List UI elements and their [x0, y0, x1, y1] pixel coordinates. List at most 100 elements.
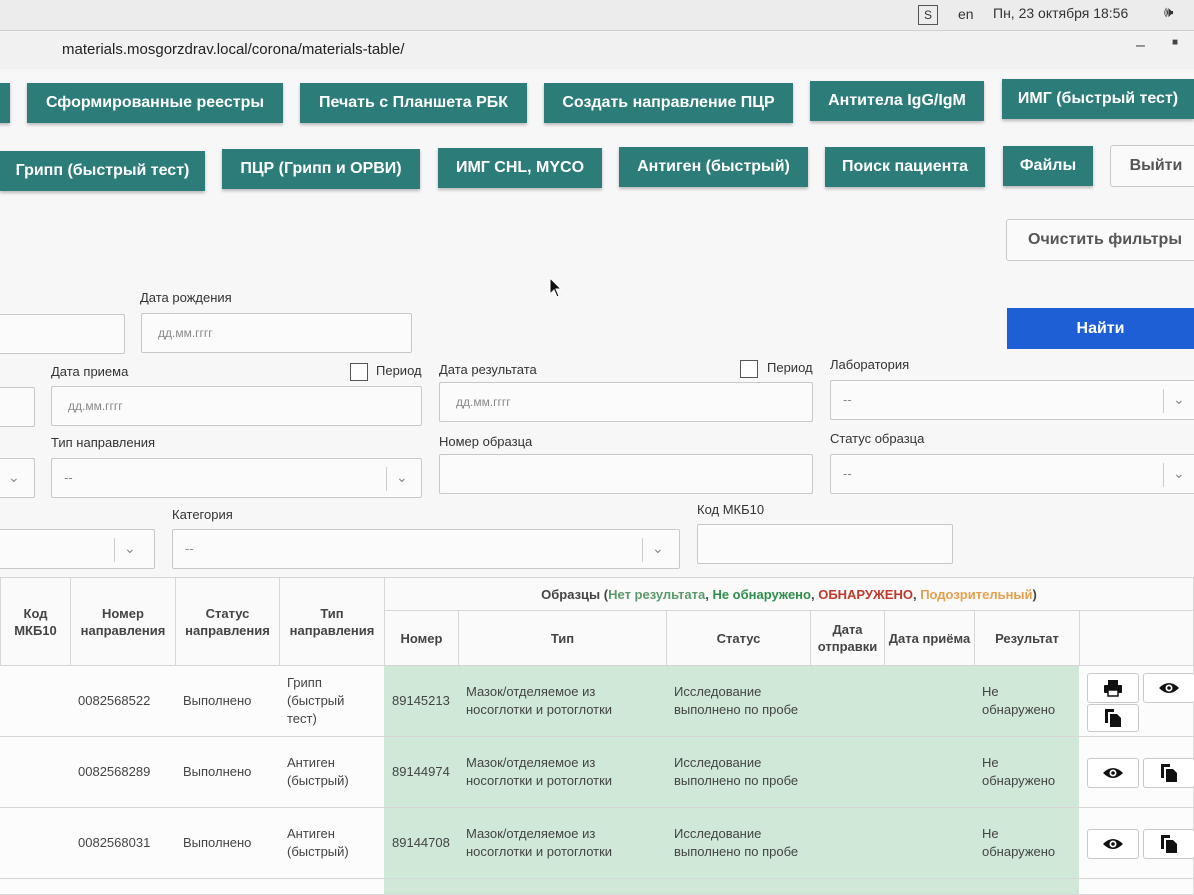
- nav-button-antigen[interactable]: Антиген (быстрый): [619, 147, 808, 187]
- nav-button-print-rbk[interactable]: Печать с Планшета РБК: [300, 83, 527, 123]
- volume-icon[interactable]: 🕪: [1164, 4, 1173, 21]
- result-date-input[interactable]: дд.мм.гггг: [439, 382, 813, 422]
- table-row[interactable]: 0082568522 Выполнено Грипп (быстрый тест…: [0, 666, 1194, 737]
- header-sample-type: Тип: [458, 610, 667, 666]
- header-sample-status: Статус: [666, 610, 811, 666]
- nav-button-img-chl[interactable]: ИМГ CHL, MYCO: [438, 148, 602, 188]
- chevron-down-icon: ⌄: [1173, 465, 1185, 481]
- copy-icon: [1105, 709, 1121, 727]
- cell-sent-date: [810, 808, 885, 879]
- copy-icon: [1161, 835, 1177, 853]
- legend-suspicious: Подозрительный: [920, 586, 1033, 602]
- view-button[interactable]: [1087, 758, 1139, 788]
- filter-cut-select[interactable]: ⌄: [0, 458, 35, 498]
- category-label: Категория: [172, 507, 233, 522]
- legend-no-result: Нет результата: [608, 586, 706, 602]
- cell-direction-status: Выполнено: [175, 808, 280, 879]
- result-date-label: Дата результата: [439, 362, 537, 377]
- header-direction-status: Статус направления: [175, 577, 280, 666]
- chevron-down-icon: ⌄: [652, 540, 664, 556]
- chevron-down-icon: ⌄: [396, 469, 408, 485]
- eye-icon: [1103, 839, 1123, 849]
- cell-sent-date: [810, 666, 885, 737]
- laboratory-select[interactable]: -- ⌄: [830, 380, 1194, 420]
- select-separator: [386, 467, 387, 491]
- category-select[interactable]: -- ⌄: [172, 529, 680, 569]
- nav-button-antibodies[interactable]: Антитела IgG/IgM: [810, 81, 984, 121]
- birth-date-input[interactable]: дд.мм.гггг: [141, 313, 412, 353]
- filter-cut-input[interactable]: [0, 314, 125, 354]
- print-icon: [1104, 680, 1122, 697]
- system-bar: S en Пн, 23 октября 18:56 🕪: [0, 0, 1194, 31]
- nav-button-flu-rapid[interactable]: Грипп (быстрый тест): [0, 151, 205, 191]
- keyboard-layout[interactable]: en: [958, 6, 974, 22]
- copy-button[interactable]: [1143, 758, 1194, 788]
- cell-sample-type: Мазок/отделяемое из носоглотки и ротогло…: [458, 666, 667, 737]
- mkb10-input[interactable]: [697, 524, 953, 564]
- receipt-date-label: Дата приема: [51, 364, 129, 379]
- find-button[interactable]: Найти: [1007, 308, 1194, 349]
- legend-close: ): [1032, 586, 1037, 602]
- clock[interactable]: Пн, 23 октября 18:56: [993, 5, 1128, 21]
- legend-not-found: Не обнаружено: [712, 586, 811, 602]
- header-sample-number: Номер: [384, 610, 459, 666]
- cell-actions: [1079, 737, 1194, 808]
- maximize-button[interactable]: ■: [1172, 37, 1178, 48]
- filter-cut-select-2[interactable]: ⌄: [0, 529, 155, 569]
- laboratory-label: Лаборатория: [830, 357, 910, 372]
- filter-cut-input-2[interactable]: [0, 387, 35, 427]
- receipt-date-input[interactable]: дд.мм.гггг: [51, 386, 422, 426]
- cell-sent-date: [810, 737, 885, 808]
- result-period-label: Период: [767, 360, 813, 375]
- view-button[interactable]: [1087, 829, 1139, 859]
- cell-mkb: [0, 737, 71, 808]
- table-row[interactable]: 0082568031 Выполнено Антиген (быстрый) 8…: [0, 808, 1194, 879]
- header-direction-type: Тип направления: [279, 577, 385, 666]
- result-period-checkbox[interactable]: [740, 360, 758, 378]
- cell-mkb: [0, 808, 71, 879]
- s-indicator-icon[interactable]: S: [918, 5, 938, 25]
- cell-actions: [1079, 808, 1194, 879]
- chevron-down-icon: ⌄: [8, 469, 20, 485]
- browser-url-bar: materials.mosgorzdrav.local/corona/mater…: [0, 31, 1194, 69]
- cell-sample-number: 89145213: [384, 666, 459, 737]
- print-button[interactable]: [1087, 673, 1139, 703]
- samples-title: Образцы: [541, 586, 601, 602]
- nav-button-registries[interactable]: Сформированные реестры: [27, 83, 283, 123]
- nav-button-patient-search[interactable]: Поиск пациента: [825, 147, 985, 187]
- view-button[interactable]: [1143, 673, 1194, 703]
- sample-number-input[interactable]: [439, 454, 813, 494]
- legend-sep: ,: [810, 586, 819, 602]
- legend-found: ОБНАРУЖЕНО: [818, 586, 913, 602]
- chevron-down-icon: ⌄: [1173, 391, 1185, 407]
- eye-icon: [1103, 768, 1123, 778]
- table-row[interactable]: [0, 879, 1194, 895]
- copy-button[interactable]: [1143, 829, 1194, 859]
- nav-button-create-pcr[interactable]: Создать направление ПЦР: [544, 83, 793, 123]
- cell-partial-samples: [384, 879, 1080, 895]
- cell-mkb: [0, 666, 71, 737]
- receipt-period-checkbox[interactable]: [350, 363, 368, 381]
- direction-type-select[interactable]: -- ⌄: [51, 458, 422, 498]
- cell-partial: [0, 879, 385, 895]
- nav-button-files[interactable]: Файлы: [1003, 146, 1093, 186]
- minimize-button[interactable]: –: [1136, 37, 1145, 55]
- url-text[interactable]: materials.mosgorzdrav.local/corona/mater…: [62, 41, 404, 58]
- header-sent-date: Дата отправки: [810, 610, 885, 666]
- cell-sample-number: 89144708: [384, 808, 459, 879]
- header-received-date: Дата приёма: [884, 610, 975, 666]
- logout-button[interactable]: Выйти: [1110, 145, 1194, 187]
- table-row[interactable]: 0082568289 Выполнено Антиген (быстрый) 8…: [0, 737, 1194, 808]
- sample-status-select[interactable]: -- ⌄: [830, 454, 1194, 494]
- header-actions: [1079, 610, 1194, 666]
- cell-result: Не обнаружено: [974, 737, 1080, 808]
- nav-button-cut[interactable]: [0, 83, 10, 123]
- nav-button-pcr-flu[interactable]: ПЦР (Грипп и ОРВИ): [222, 149, 420, 189]
- mkb10-label: Код МКБ10: [697, 502, 765, 517]
- nav-button-img-rapid[interactable]: ИМГ (быстрый тест): [1002, 79, 1194, 119]
- copy-button[interactable]: [1087, 704, 1139, 732]
- header-result: Результат: [974, 610, 1080, 666]
- clear-filters-button[interactable]: Очистить фильтры: [1006, 219, 1194, 261]
- eye-icon: [1159, 683, 1179, 693]
- copy-icon: [1161, 764, 1177, 782]
